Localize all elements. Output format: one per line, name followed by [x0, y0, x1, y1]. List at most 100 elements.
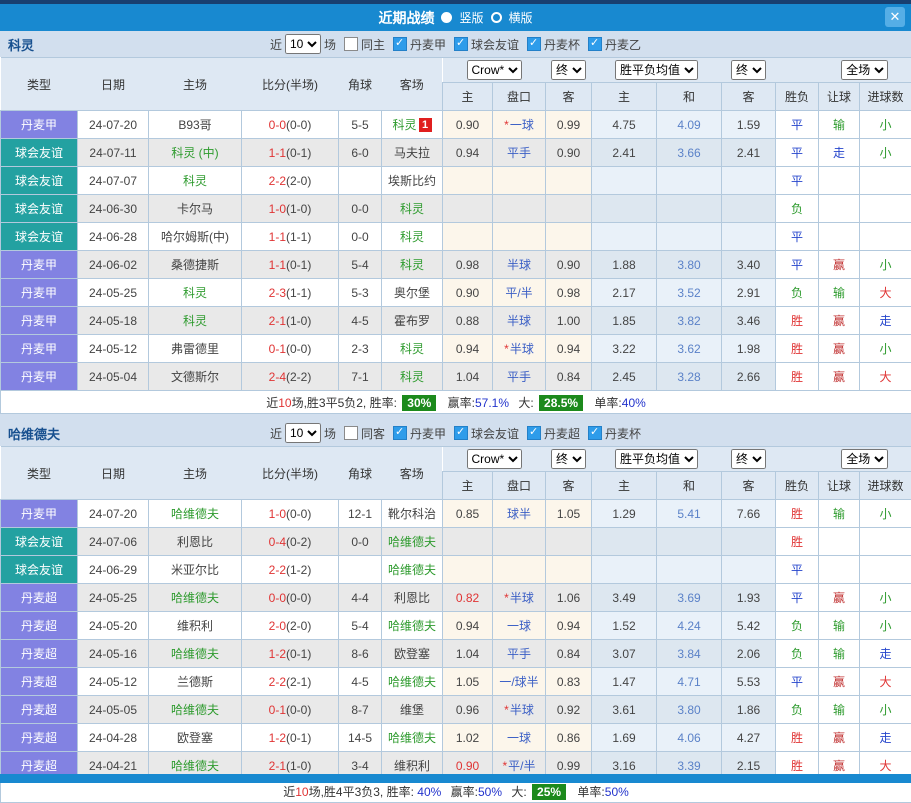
- score-cell: 1-1(0-1): [242, 139, 339, 167]
- avg-home-cell: 2.17: [592, 279, 657, 307]
- league-cell: 丹麦甲: [1, 363, 78, 391]
- avg-home-cell: 1.47: [592, 668, 657, 696]
- bookmaker-select[interactable]: Crow*: [467, 449, 522, 469]
- away-odds-cell: 0.99: [546, 111, 592, 139]
- league-cell: 球会友谊: [1, 195, 78, 223]
- date-cell: 24-05-04: [78, 363, 149, 391]
- league-checkbox[interactable]: [393, 426, 407, 440]
- away-team-name: 埃斯比约: [388, 174, 436, 188]
- team-section-koling: 科灵 近 10 场 同主 丹麦甲球会友谊丹麦杯丹麦乙 类型 日期 主场 比分(半…: [0, 31, 911, 414]
- date-cell: 24-05-12: [78, 668, 149, 696]
- home-odds-cell: [443, 223, 493, 251]
- vertical-layout-label[interactable]: 竖版: [459, 9, 483, 26]
- away-odds-cell: 0.90: [546, 251, 592, 279]
- handicap-value: 半球: [510, 591, 534, 605]
- home-team-cell: 文德斯尔: [149, 363, 242, 391]
- away-team-cell: 哈维德夫: [382, 556, 443, 584]
- handicap-result-cell: 赢: [819, 251, 860, 279]
- col-odds-away: 客: [546, 472, 592, 500]
- vertical-layout-radio[interactable]: [441, 12, 452, 23]
- games-count-select[interactable]: 10: [285, 423, 321, 443]
- score-cell: 1-0(1-0): [242, 195, 339, 223]
- scope-select[interactable]: 全场: [841, 449, 888, 469]
- goals-result-cell: 大: [860, 363, 911, 391]
- results-body: 丹麦甲24-07-20哈维德夫1-0(0-0)12-1靴尔科治0.85球半1.0…: [1, 500, 911, 780]
- same-side-checkbox[interactable]: [344, 426, 358, 440]
- league-checkbox[interactable]: [454, 37, 468, 51]
- avg-draw-cell: 3.52: [657, 279, 722, 307]
- handicap-result-cell: 输: [819, 111, 860, 139]
- table-row: 球会友谊24-06-29米亚尔比2-2(1-2)哈维德夫平: [1, 556, 911, 584]
- odds-stage-select[interactable]: 终: [551, 60, 586, 80]
- avg-home-cell: 1.69: [592, 724, 657, 752]
- away-team-cell: 科灵: [382, 363, 443, 391]
- handicap-result-cell: [819, 223, 860, 251]
- corner-cell: 0-0: [339, 195, 382, 223]
- avg-select[interactable]: 胜平负均值: [615, 449, 698, 469]
- home-team-cell: 哈尔姆斯(中): [149, 223, 242, 251]
- bookmaker-select[interactable]: Crow*: [467, 60, 522, 80]
- home-odds-cell: 1.04: [443, 640, 493, 668]
- close-icon[interactable]: ✕: [885, 7, 905, 27]
- league-cell: 球会友谊: [1, 556, 78, 584]
- horizontal-layout-radio[interactable]: [491, 12, 502, 23]
- home-odds-cell: 0.85: [443, 500, 493, 528]
- score-cell: 1-1(0-1): [242, 251, 339, 279]
- result-cell: 胜: [776, 363, 819, 391]
- goals-result-cell: 走: [860, 640, 911, 668]
- col-corner: 角球: [339, 447, 382, 500]
- corner-cell: 5-4: [339, 251, 382, 279]
- league-checkbox[interactable]: [588, 37, 602, 51]
- league-checkbox[interactable]: [393, 37, 407, 51]
- score-cell: 0-0(0-0): [242, 584, 339, 612]
- goals-result-cell: [860, 195, 911, 223]
- avg-select[interactable]: 胜平负均值: [615, 60, 698, 80]
- away-odds-cell: 0.94: [546, 335, 592, 363]
- handicap-star: *: [502, 759, 507, 773]
- league-checkbox[interactable]: [527, 426, 541, 440]
- date-cell: 24-07-20: [78, 500, 149, 528]
- date-cell: 24-06-29: [78, 556, 149, 584]
- fulltime-score: 1-1: [269, 146, 286, 160]
- horizontal-layout-label[interactable]: 横版: [509, 9, 533, 26]
- avg-stage-select[interactable]: 终: [731, 60, 766, 80]
- odds-stage-select[interactable]: 终: [551, 449, 586, 469]
- away-team-name: 哈维德夫: [388, 535, 436, 549]
- result-cell: 平: [776, 668, 819, 696]
- halftime-score: (0-1): [286, 731, 311, 745]
- league-checkbox[interactable]: [454, 426, 468, 440]
- avg-draw-cell: 3.80: [657, 251, 722, 279]
- avg-away-cell: 5.53: [722, 668, 776, 696]
- handicap-star: *: [504, 703, 509, 717]
- same-side-label: 同主: [361, 36, 385, 53]
- home-team-cell: 弗雷德里: [149, 335, 242, 363]
- handicap-value: 平手: [507, 647, 531, 661]
- avg-draw-cell: 4.06: [657, 724, 722, 752]
- away-odds-cell: [546, 167, 592, 195]
- date-cell: 24-05-25: [78, 279, 149, 307]
- league-cell: 丹麦超: [1, 668, 78, 696]
- table-row: 球会友谊24-06-30卡尔马1-0(1-0)0-0科灵负: [1, 195, 911, 223]
- away-odds-cell: 0.86: [546, 724, 592, 752]
- avg-away-cell: [722, 528, 776, 556]
- fulltime-score: 1-2: [269, 647, 286, 661]
- league-checkbox[interactable]: [527, 37, 541, 51]
- home-team-cell: 利恩比: [149, 528, 242, 556]
- home-team-cell: 科灵: [149, 279, 242, 307]
- same-side-checkbox[interactable]: [344, 37, 358, 51]
- games-count-select[interactable]: 10: [285, 34, 321, 54]
- result-cell: 平: [776, 584, 819, 612]
- league-cell: 丹麦甲: [1, 335, 78, 363]
- away-odds-cell: 1.06: [546, 584, 592, 612]
- league-checkbox-label: 丹麦甲: [410, 38, 446, 52]
- avg-stage-select[interactable]: 终: [731, 449, 766, 469]
- fulltime-score: 2-3: [269, 286, 286, 300]
- away-team-cell: 科灵: [382, 223, 443, 251]
- halftime-score: (0-0): [286, 342, 311, 356]
- away-odds-cell: [546, 195, 592, 223]
- avg-draw-cell: 3.66: [657, 139, 722, 167]
- col-home: 主场: [149, 447, 242, 500]
- away-team-name: 科灵: [400, 370, 424, 384]
- scope-select[interactable]: 全场: [841, 60, 888, 80]
- league-checkbox[interactable]: [588, 426, 602, 440]
